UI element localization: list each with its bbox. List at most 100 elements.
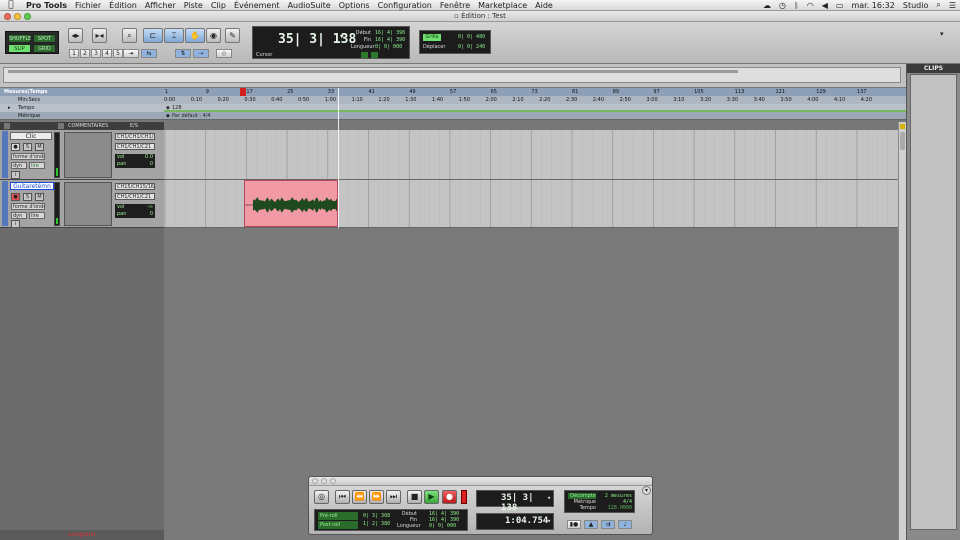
zoom-preset-5[interactable]: 5 bbox=[113, 49, 123, 58]
link-track-icon[interactable]: ⇅ bbox=[175, 49, 191, 58]
app-menu[interactable]: Pro Tools bbox=[26, 1, 67, 10]
grabber-tool-icon[interactable]: ✋ bbox=[185, 28, 205, 43]
user-menu[interactable]: Studio bbox=[903, 1, 928, 10]
mute-button[interactable]: M bbox=[35, 143, 44, 151]
solo-button[interactable]: S bbox=[23, 193, 32, 201]
mode-spot[interactable]: SPOT bbox=[33, 34, 56, 43]
t-longueur-value[interactable]: 0| 0| 000 bbox=[429, 523, 459, 529]
zoom-preset-4[interactable]: 4 bbox=[102, 49, 112, 58]
track-comments-field[interactable] bbox=[64, 132, 112, 178]
menu-afficher[interactable]: Afficher bbox=[145, 1, 176, 10]
ruler-meter[interactable]: Métrique ◆ Par défaut : 4/4 bbox=[0, 112, 906, 120]
tab-to-transient-icon[interactable]: ⇥ bbox=[123, 49, 139, 58]
trim-tool-icon[interactable]: ⊏ bbox=[143, 28, 163, 43]
preroll-value[interactable]: 0| 3| 308 bbox=[363, 512, 390, 520]
record-enable-button[interactable]: ● bbox=[11, 193, 20, 201]
record-mode-indicator[interactable] bbox=[461, 490, 467, 504]
longueur-value[interactable]: 0| 0| 000 bbox=[375, 44, 405, 51]
toolbar-menu-icon[interactable]: ▾ bbox=[940, 30, 944, 38]
track-info-icon[interactable]: i bbox=[11, 220, 20, 228]
clock[interactable]: mar. 16:32 bbox=[851, 1, 894, 10]
transport-titlebar[interactable] bbox=[309, 477, 652, 486]
input-selector[interactable]: CH15/CH15/16 bbox=[115, 183, 155, 190]
battery-icon[interactable]: ▭ bbox=[836, 1, 844, 10]
nudge-value[interactable]: 0| 0| 240 bbox=[458, 44, 485, 50]
conductor-icon[interactable]: ♩ bbox=[618, 520, 632, 529]
menu-configuration[interactable]: Configuration bbox=[378, 1, 432, 10]
clips-title[interactable]: CLIPS bbox=[907, 64, 960, 73]
vertical-scrollbar[interactable] bbox=[898, 122, 906, 540]
online-button[interactable]: ◎ bbox=[314, 490, 329, 504]
output-selector[interactable]: CH1/CH1/C21 bbox=[115, 193, 155, 200]
vol-value[interactable]: 0.0 bbox=[145, 154, 153, 161]
scroll-thumb[interactable] bbox=[900, 132, 905, 150]
debut-value[interactable]: 16| 4| 390 bbox=[375, 30, 405, 37]
menu-marketplace[interactable]: Marketplace bbox=[478, 1, 527, 10]
t-main-dropdown-icon[interactable]: ▾ bbox=[547, 494, 551, 502]
menu-audiosuite[interactable]: AudioSuite bbox=[288, 1, 331, 10]
zoom-window-icon[interactable] bbox=[24, 13, 31, 20]
ruler-minsecs[interactable]: Min:Secs 0:00 0:10 0:20 0:30 0:40 0:50 1:00 1:1… bbox=[0, 96, 906, 104]
input-selector[interactable]: CH1/CH1/CH1/2 bbox=[115, 133, 155, 140]
track-comments-field[interactable] bbox=[64, 182, 112, 226]
mute-button[interactable]: M bbox=[35, 193, 44, 201]
minimize-window-icon[interactable] bbox=[14, 13, 21, 20]
transport-minimize-icon[interactable] bbox=[321, 478, 327, 484]
audio-clip[interactable] bbox=[244, 180, 338, 227]
menu-evenement[interactable]: Événement bbox=[234, 1, 280, 10]
menu-piste[interactable]: Piste bbox=[184, 1, 203, 10]
track-guitare[interactable]: Guitaretémn ● S M forme d'onde dyn lire … bbox=[0, 180, 164, 228]
cloud-icon[interactable]: ☁ bbox=[763, 1, 771, 10]
rewind-button[interactable]: ⏪ bbox=[352, 490, 367, 504]
metronome-icon[interactable]: ▲ bbox=[584, 520, 598, 529]
selector-tool-icon[interactable]: ⌶ bbox=[164, 28, 184, 43]
postroll-value[interactable]: 1| 2| 380 bbox=[363, 520, 390, 528]
play-button[interactable]: ▶ bbox=[424, 490, 439, 504]
mode-grid[interactable]: GRID bbox=[33, 44, 56, 53]
menu-fichier[interactable]: Fichier bbox=[75, 1, 101, 10]
edit-timeline[interactable] bbox=[164, 130, 898, 228]
ruler-tempo[interactable]: ▸ Tempo ◆ 128 bbox=[0, 104, 906, 112]
clips-list[interactable] bbox=[910, 74, 957, 530]
grid-label[interactable]: Grille bbox=[423, 34, 441, 41]
output-selector[interactable]: CH1/CH1/C21 bbox=[115, 143, 155, 150]
return-to-zero-button[interactable]: ⏮ bbox=[335, 490, 350, 504]
volume-icon[interactable]: ◀ bbox=[822, 1, 828, 10]
universe-panel[interactable] bbox=[3, 67, 901, 83]
wifi-icon[interactable]: ◠ bbox=[807, 1, 814, 10]
dyn-button[interactable]: dyn bbox=[11, 212, 27, 219]
menu-options[interactable]: Options bbox=[339, 1, 370, 10]
menu-clip[interactable]: Clip bbox=[211, 1, 226, 10]
t-main-counter[interactable]: 35| 3| 138 bbox=[501, 493, 553, 513]
zoom-preset-2[interactable]: 2 bbox=[80, 49, 90, 58]
vol-value[interactable]: -∞ bbox=[147, 204, 153, 211]
record-button[interactable]: ● bbox=[442, 490, 457, 504]
show-hide-icon[interactable] bbox=[4, 123, 10, 129]
bluetooth-icon[interactable]: ᛒ bbox=[794, 1, 799, 10]
track-name[interactable]: Clic bbox=[10, 132, 52, 140]
t-sub-counter[interactable]: 1:04.754 bbox=[505, 516, 548, 526]
main-counter[interactable]: 35| 3| 138 bbox=[278, 32, 356, 47]
mode-slip[interactable]: SLIP bbox=[8, 44, 31, 53]
playhead-marker-icon[interactable] bbox=[240, 88, 246, 96]
track-view-selector[interactable]: forme d'onde bbox=[11, 153, 45, 160]
grid-value[interactable]: 0| 0| 480 bbox=[458, 34, 485, 40]
transport-zoom-icon[interactable] bbox=[330, 478, 336, 484]
scrubber-tool-icon[interactable]: ◉ bbox=[206, 28, 221, 43]
zoom-in-horizontal-icon[interactable]: ▸◂ bbox=[92, 28, 107, 43]
go-to-end-button[interactable]: ⏭ bbox=[386, 490, 401, 504]
pre-roll-toggle-icon[interactable] bbox=[361, 52, 368, 58]
post-roll-toggle-icon[interactable] bbox=[371, 52, 378, 58]
track-name[interactable]: Guitaretémn bbox=[10, 182, 54, 190]
zoom-out-horizontal-icon[interactable]: ◂▸ bbox=[68, 28, 83, 43]
preroll-label[interactable]: Pré-roll bbox=[318, 512, 358, 520]
pan-value[interactable]: 0 bbox=[150, 161, 153, 168]
lane-clic[interactable] bbox=[164, 130, 898, 180]
link-timeline-icon[interactable]: ⇆ bbox=[141, 49, 157, 58]
fin-value[interactable]: 16| 4| 390 bbox=[375, 37, 405, 44]
column-menu-icon[interactable] bbox=[58, 123, 64, 129]
spotlight-icon[interactable]: ⌕ bbox=[936, 0, 940, 10]
stop-button[interactable]: ■ bbox=[407, 490, 422, 504]
tempo-value-t[interactable]: 128.0000 bbox=[599, 505, 632, 511]
menu-edition[interactable]: Édition bbox=[109, 1, 137, 10]
